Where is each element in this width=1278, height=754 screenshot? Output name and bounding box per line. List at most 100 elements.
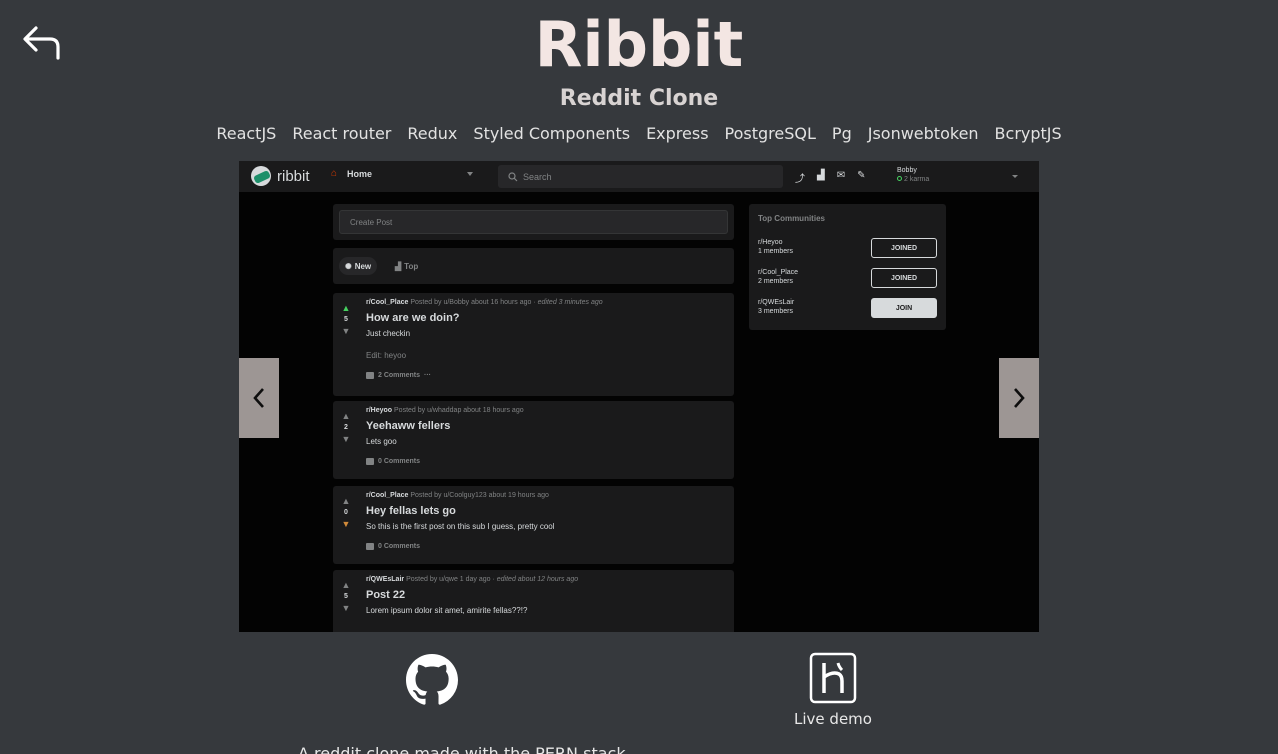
post-text-edit: Edit: heyoo	[366, 351, 407, 360]
post-subreddit: r/Heyoo	[366, 407, 393, 414]
post-subreddit: r/Cool_Place	[366, 492, 409, 499]
app-logo: ribbit	[251, 166, 310, 186]
search-placeholder: Search	[523, 171, 552, 182]
project-description: A reddit clone made with the PERN stack	[298, 744, 626, 754]
comment-icon	[366, 372, 374, 379]
tech-item: PostgreSQL	[724, 124, 816, 143]
home-dropdown: ⌂ Home	[331, 168, 373, 180]
post-title: Hey fellas lets go	[366, 505, 456, 517]
community-row: r/Cool_Place 2 members JOINED	[758, 268, 938, 290]
downvote-icon: ▼	[341, 519, 351, 529]
post-comments: 0 Comments	[366, 543, 728, 550]
post-comments: 2 Comments ···	[366, 372, 728, 379]
sort-new: ✺ New	[339, 257, 378, 275]
vote-column: ▲ 0 ▼	[333, 486, 359, 564]
create-post-input: Create Post	[339, 210, 728, 234]
post-meta: r/Heyoo Posted by u/whaddap about 18 hou…	[366, 407, 728, 414]
more-options: ···	[424, 372, 432, 379]
sort-top: ▟ Top	[395, 257, 418, 275]
project-screenshot: ribbit ⌂ Home Search ⤴ ▟ ✉ ✎ Bobby 2 kar…	[239, 161, 1039, 632]
chevron-left-icon	[253, 388, 264, 408]
github-link[interactable]	[406, 654, 458, 706]
user-menu: Bobby 2 karma	[897, 166, 929, 184]
post-card: ▲ 5 ▼ r/QWEsLair Posted by u/qwe 1 day a…	[333, 570, 734, 632]
carousel-next-button[interactable]	[999, 358, 1039, 438]
nav-icons: ⤴ ▟ ✉ ✎	[795, 170, 865, 185]
carousel-prev-button[interactable]	[239, 358, 279, 438]
tech-item: Pg	[831, 124, 852, 143]
vote-column: ▲ 5 ▼	[333, 570, 359, 632]
join-button: JOIN	[871, 298, 937, 318]
chevron-down-icon	[467, 172, 473, 176]
page-title: Ribbit	[534, 8, 744, 81]
logo-text: ribbit	[277, 167, 310, 185]
post-score: 2	[344, 424, 348, 431]
post-text: Lorem ipsum dolor sit amet, amirite fell…	[366, 606, 528, 615]
joined-button: JOINED	[871, 268, 937, 288]
post-card: ▲ 0 ▼ r/Cool_Place Posted by u/Coolguy12…	[333, 486, 734, 564]
top-communities-title: Top Communities	[758, 214, 825, 223]
comment-icon	[366, 458, 374, 465]
tech-item: ReactJS	[216, 124, 277, 143]
live-demo-label: Live demo	[794, 710, 872, 728]
live-demo-link[interactable]: Live demo	[794, 652, 872, 728]
downvote-icon: ▼	[341, 434, 351, 444]
post-title: How are we doin?	[366, 312, 460, 324]
sort-bar: ✺ New ▟ Top	[333, 248, 734, 284]
comment-count: 2 Comments	[378, 372, 421, 379]
post-meta: r/QWEsLair Posted by u/qwe 1 day ago · e…	[366, 576, 728, 583]
chevron-down-icon	[1012, 175, 1018, 178]
top-communities-card: Top Communities r/Heyoo 1 members JOINED…	[749, 204, 946, 330]
post-author-time: Posted by u/Coolguy123 about 19 hours ag…	[410, 492, 549, 499]
upvote-icon: ▲	[341, 303, 351, 313]
home-label: Home	[347, 169, 373, 179]
upvote-icon: ▲	[341, 496, 351, 506]
heroku-icon	[809, 652, 857, 704]
tech-item: Redux	[407, 124, 458, 143]
community-row: r/QWEsLair 3 members JOIN	[758, 298, 938, 320]
downvote-icon: ▼	[341, 603, 351, 613]
bar-chart-icon: ▟	[395, 261, 402, 271]
pencil-icon: ✎	[857, 170, 866, 181]
sort-top-label: Top	[404, 261, 419, 271]
post-text: So this is the first post on this sub I …	[366, 522, 555, 531]
post-subreddit: r/Cool_Place	[366, 299, 409, 306]
stats-icon: ▟	[817, 170, 825, 181]
post-edited: · edited about 12 hours ago	[492, 576, 579, 583]
joined-button: JOINED	[871, 238, 937, 258]
app-navbar: ribbit ⌂ Home Search ⤴ ▟ ✉ ✎ Bobby 2 kar…	[239, 161, 1039, 192]
app-search-bar: Search	[498, 165, 783, 188]
tech-item: Express	[646, 124, 709, 143]
post-meta: r/Cool_Place Posted by u/Bobby about 16 …	[366, 299, 728, 306]
post-edited: · edited 3 minutes ago	[533, 299, 603, 306]
post-meta: r/Cool_Place Posted by u/Coolguy123 abou…	[366, 492, 728, 499]
tech-stack-list: ReactJS React router Redux Styled Compon…	[0, 124, 1278, 143]
post-title: Post 22	[366, 589, 406, 601]
sort-new-label: New	[354, 261, 372, 271]
tech-item: Styled Components	[473, 124, 631, 143]
create-post-card: Create Post	[333, 204, 734, 240]
post-score: 0	[344, 509, 348, 516]
comment-icon	[366, 543, 374, 550]
page-subtitle: Reddit Clone	[559, 86, 719, 111]
post-score: 5	[344, 593, 348, 600]
user-name: Bobby	[897, 167, 917, 174]
tech-item: BcryptJS	[994, 124, 1062, 143]
post-author-time: Posted by u/whaddap about 18 hours ago	[394, 407, 524, 414]
post-score: 5	[344, 316, 348, 323]
chevron-right-icon	[1014, 388, 1025, 408]
comment-count: 0 Comments	[378, 543, 421, 550]
user-karma: 2 karma	[904, 176, 930, 183]
community-row: r/Heyoo 1 members JOINED	[758, 238, 938, 260]
comment-count: 0 Comments	[378, 458, 421, 465]
post-subreddit: r/QWEsLair	[366, 576, 405, 583]
github-icon	[406, 654, 458, 705]
tech-item: Jsonwebtoken	[867, 124, 979, 143]
post-card: ▲ 5 ▼ r/Cool_Place Posted by u/Bobby abo…	[333, 293, 734, 396]
karma-icon	[897, 176, 902, 181]
home-icon: ⌂	[331, 168, 338, 179]
post-text: Just checkin	[366, 329, 411, 338]
post-card: ▲ 2 ▼ r/Heyoo Posted by u/whaddap about …	[333, 401, 734, 479]
post-author-time: Posted by u/Bobby about 16 hours ago	[410, 299, 532, 306]
post-text: Lets goo	[366, 437, 397, 446]
